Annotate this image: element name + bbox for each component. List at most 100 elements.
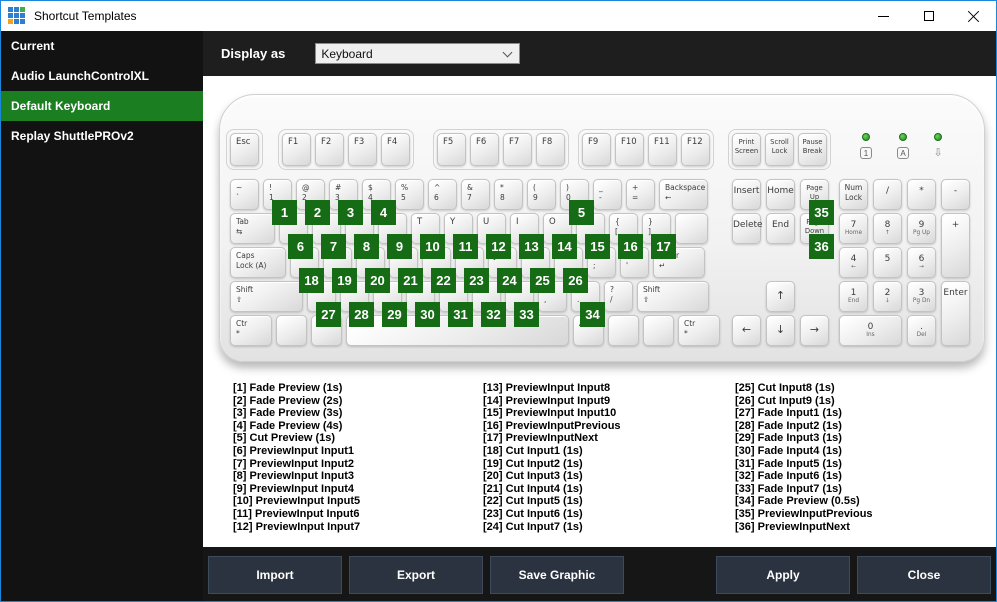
- shortcut-badge-9: 9: [387, 234, 412, 259]
- shortcut-badge-21: 21: [398, 268, 423, 293]
- import-button[interactable]: Import: [208, 555, 342, 594]
- close-button[interactable]: Close: [857, 555, 991, 594]
- maximize-button[interactable]: [906, 1, 951, 31]
- key-bracket-close: }] 17: [642, 213, 676, 259]
- shortcut-badge-14: 14: [552, 234, 577, 259]
- key-4: $4 4: [362, 179, 396, 225]
- icon-cell: [20, 19, 25, 24]
- num-lock-led: 1: [857, 133, 875, 161]
- led-dot: [934, 133, 942, 141]
- shortcut-entry: [13] PreviewInput Input8: [483, 382, 611, 394]
- key-8: * 8: [494, 179, 523, 210]
- key-delete: Delete: [732, 213, 763, 244]
- key-arrow-left: ←: [732, 315, 761, 346]
- shortcut-entry: [16] PreviewInputPrevious: [483, 419, 621, 432]
- display-as-dropdown[interactable]: Keyboard: [315, 43, 521, 64]
- shortcut-badge-7: 7: [321, 234, 346, 259]
- key-num-lock: Num Lock: [839, 179, 868, 210]
- key-u: U 12: [477, 213, 511, 259]
- shortcut-entry: [30] Fade Input4 (1s): [735, 444, 842, 457]
- shortcut-badge-1: 1: [272, 200, 297, 225]
- key-np-minus: -: [941, 179, 970, 210]
- shortcut-badge-11: 11: [453, 234, 478, 259]
- shortcut-badge-32: 32: [481, 302, 506, 327]
- sidebar-item-default-keyboard[interactable]: Default Keyboard: [1, 91, 203, 121]
- shortcut-badge-15: 15: [585, 234, 610, 259]
- icon-cell: [20, 13, 25, 18]
- shortcut-badge-19: 19: [332, 268, 357, 293]
- key-9: 9 Pg Up: [907, 213, 936, 244]
- key-5: % 5: [395, 179, 424, 210]
- window-title: Shortcut Templates: [34, 9, 137, 23]
- apply-button[interactable]: Apply: [716, 555, 850, 594]
- shortcut-entry: [23] Cut Input6 (1s): [483, 507, 583, 520]
- key-menu: [643, 315, 674, 346]
- shortcut-templates-window: Shortcut Templates Current Audio LaunchCo…: [0, 0, 997, 602]
- shortcut-badge-27: 27: [316, 302, 341, 327]
- export-button[interactable]: Export: [349, 555, 483, 594]
- key-3: 3 Pg Dn: [907, 281, 936, 312]
- key-np-divide: /: [873, 179, 902, 210]
- shortcut-entry: [12] PreviewInput Input7: [233, 520, 361, 533]
- shortcut-entry: [24] Cut Input7 (1s): [483, 520, 583, 533]
- minimize-button[interactable]: [861, 1, 906, 31]
- key-ctrl-right: Ctr *: [678, 315, 720, 346]
- key-8: 8 ↑: [873, 213, 902, 244]
- sidebar-item-current[interactable]: Current: [1, 31, 203, 61]
- sidebar-item-replay-shuttleprov2[interactable]: Replay ShuttlePROv2: [1, 121, 203, 151]
- key-f8: F8: [536, 133, 565, 166]
- save-graphic-button[interactable]: Save Graphic: [490, 555, 624, 594]
- chevron-down-icon: [502, 47, 513, 58]
- key-0: ) 0 5: [560, 179, 594, 225]
- footer-bar: Import Export Save Graphic Apply Close: [203, 547, 996, 601]
- key-page-up: Page Up 35: [800, 179, 834, 225]
- shortcut-entry: [29] Fade Input3 (1s): [735, 432, 842, 445]
- shortcut-entry: [26] Cut Input9 (1s): [735, 394, 835, 407]
- key-minus: _ -: [593, 179, 622, 210]
- icon-cell: [14, 19, 19, 24]
- key-win-right: [608, 315, 639, 346]
- shortcut-badge-17: 17: [651, 234, 676, 259]
- shortcut-entry: [18] Cut Input1 (1s): [483, 444, 583, 457]
- key-scroll-lock: Scroll Lock: [765, 133, 794, 166]
- app-icon: [8, 7, 26, 25]
- shortcut-entry: [17] PreviewInputNext: [483, 432, 598, 445]
- shortcut-entry: [28] Fade Input2 (1s): [735, 419, 842, 432]
- icon-cell: [8, 7, 13, 12]
- close-button[interactable]: [951, 1, 996, 31]
- sidebar-item-audio-launchcontrolxl[interactable]: Audio LaunchControlXL: [1, 61, 203, 91]
- key-i: I 13: [510, 213, 544, 259]
- key-f12: F12: [681, 133, 710, 166]
- shortcut-entry: [4] Fade Preview (4s): [233, 419, 343, 432]
- close-icon: [967, 10, 980, 23]
- shortcut-entry: [33] Fade Input7 (1s): [735, 482, 842, 495]
- key-arrow-right: →: [800, 315, 829, 346]
- shortcut-badge-26: 26: [563, 268, 588, 293]
- shortcut-badge-12: 12: [486, 234, 511, 259]
- shortcut-entry: [14] PreviewInput Input9: [483, 394, 611, 407]
- caption-buttons: [861, 1, 996, 31]
- key-2: 2 ↓: [873, 281, 902, 312]
- key-esc: Esc: [230, 133, 259, 166]
- shortcut-entry: [10] PreviewInput Input5: [233, 495, 361, 508]
- key-1: ! 1 1: [263, 179, 297, 225]
- key-np-0: 0 Ins: [839, 315, 902, 346]
- shortcut-entry: [1] Fade Preview (1s): [233, 382, 343, 394]
- key-backspace: Backspace ←: [659, 179, 708, 210]
- key-t: T 10: [411, 213, 445, 259]
- key-6: 6 →: [907, 247, 936, 278]
- caps-lock-led: A: [894, 133, 912, 161]
- display-as-label: Display as: [221, 46, 286, 61]
- maximize-icon: [923, 11, 934, 21]
- key-backtick: ~ `: [230, 179, 259, 210]
- led-dot: [899, 133, 907, 141]
- shortcut-badge-20: 20: [365, 268, 390, 293]
- shortcut-badge-6: 6: [288, 234, 313, 259]
- shortcut-entry: [22] Cut Input5 (1s): [483, 495, 583, 508]
- key-shift-right: Shift ⇧: [637, 281, 709, 312]
- icon-cell: [14, 7, 19, 12]
- legend-column: [25] Cut Input8 (1s) [26] Cut Input9 (1s)…: [735, 382, 980, 533]
- key-slash: ? /: [604, 281, 633, 312]
- icon-cell: [8, 13, 13, 18]
- minimize-icon: [878, 15, 889, 17]
